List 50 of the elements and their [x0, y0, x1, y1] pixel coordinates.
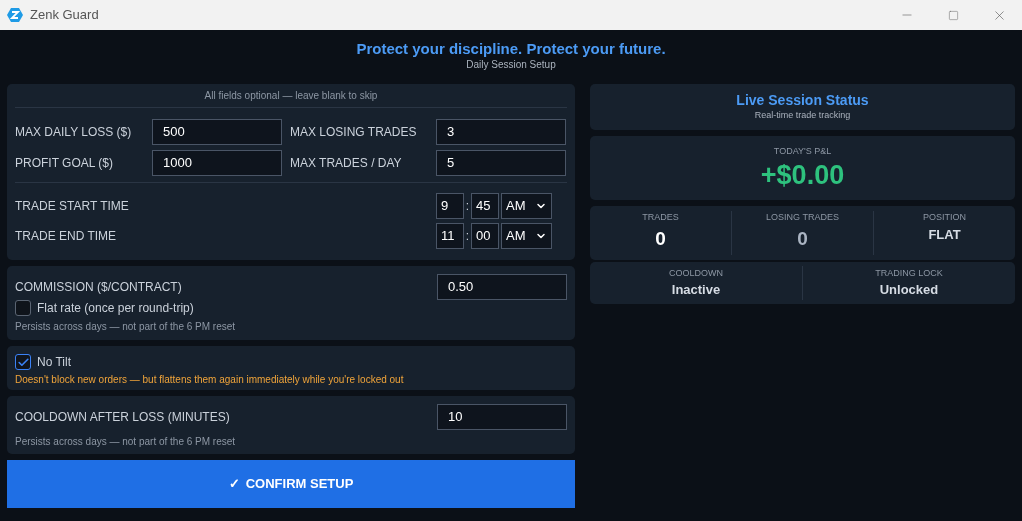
- stat-value: 0: [797, 226, 808, 251]
- minute-field[interactable]: 45: [471, 193, 499, 219]
- field-label: PROFIT GOAL ($): [15, 155, 114, 172]
- period-dropdown[interactable]: AM: [501, 223, 552, 249]
- pnl-label: TODAY'S P&L: [773, 145, 832, 159]
- cooldown-field[interactable]: 10: [437, 404, 567, 430]
- stat-value: 0: [655, 226, 666, 251]
- status-title: Live Session Status: [736, 91, 869, 109]
- stat-label: TRADES: [642, 211, 679, 224]
- hint-text: Persists across days — not part of the 6 PM reset: [15, 435, 237, 449]
- number-field[interactable]: 500: [152, 119, 282, 145]
- field-label: COOLDOWN AFTER LOSS (MINUTES): [15, 409, 231, 426]
- stat-label: POSITION: [923, 211, 966, 224]
- app-logo-icon: [7, 7, 23, 23]
- checkbox[interactable]: [15, 354, 31, 370]
- field-label: TRADE END TIME: [15, 228, 118, 245]
- stat-value: FLAT: [928, 225, 961, 244]
- checkbox-label: Flat rate (once per round-trip): [37, 300, 194, 317]
- number-field[interactable]: 5: [436, 150, 566, 176]
- hour-field[interactable]: 11: [436, 223, 464, 249]
- stat-label: LOSING TRADES: [766, 211, 839, 224]
- hour-field[interactable]: 9: [436, 193, 464, 219]
- hint-text: All fields optional — leave blank to skip: [204, 89, 378, 103]
- state-value: Unlocked: [879, 281, 939, 299]
- time-separator: :: [464, 198, 471, 215]
- state-label: COOLDOWN: [669, 266, 723, 280]
- status-subtitle: Real-time trade tracking: [754, 108, 851, 122]
- minute-field[interactable]: 00: [471, 223, 499, 249]
- hint-text: Persists across days — not part of the 6 PM reset: [15, 320, 237, 334]
- checkbox-label: No Tilt: [37, 354, 71, 371]
- number-field[interactable]: 3: [436, 119, 566, 145]
- warning-text: Doesn't block new orders — but flattens them again immediately while you're locked out: [15, 373, 405, 387]
- time-separator: :: [464, 228, 471, 245]
- state-value: Inactive: [671, 281, 721, 299]
- field-label: TRADE START TIME: [15, 198, 130, 215]
- field-label: COMMISSION ($/CONTRACT): [15, 279, 183, 296]
- field-label: MAX LOSING TRADES: [290, 124, 418, 141]
- field-label: MAX TRADES / DAY: [290, 155, 403, 172]
- page-subheading: Daily Session Setup: [466, 58, 556, 72]
- window-title: Zenk Guard: [30, 6, 99, 25]
- period-dropdown[interactable]: AM: [501, 193, 552, 219]
- page-heading: Protect your discipline. Protect your future.: [356, 40, 666, 58]
- field-label: MAX DAILY LOSS ($): [15, 124, 133, 141]
- pnl-value: +$0.00: [760, 158, 845, 191]
- maximize-icon: [947, 9, 959, 21]
- checkbox[interactable]: [15, 300, 31, 316]
- confirm-setup-button[interactable]: ✓ CONFIRM SETUP: [7, 460, 575, 508]
- commission-field[interactable]: 0.50: [437, 274, 567, 300]
- number-field[interactable]: 1000: [152, 150, 282, 176]
- state-label: TRADING LOCK: [875, 266, 943, 280]
